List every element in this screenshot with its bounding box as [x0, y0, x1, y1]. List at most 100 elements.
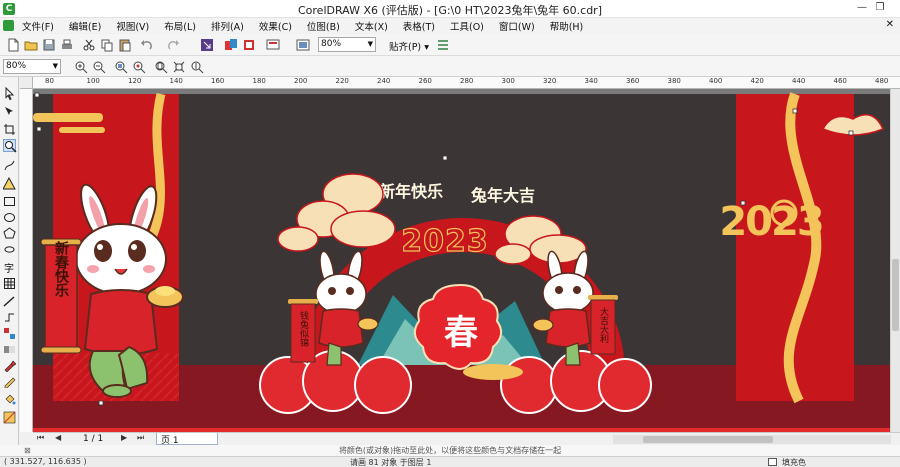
copy-icon[interactable] [100, 38, 114, 52]
left-scroll-text: 新春快乐 [53, 240, 70, 298]
ellipse-tool-icon[interactable] [3, 211, 16, 224]
ruler-tick-label: 440 [792, 77, 806, 85]
chevron-down-icon: ▾ [424, 42, 429, 53]
menu-item-5[interactable]: 效果(C) [259, 19, 292, 33]
paste-icon[interactable] [118, 38, 132, 52]
polygon-tool-icon[interactable] [3, 227, 16, 240]
shape-tool-icon[interactable] [3, 105, 16, 118]
zoom-to-page-width-icon[interactable] [172, 60, 186, 74]
menu-item-0[interactable]: 文件(F) [22, 19, 54, 33]
ruler-tick-label: 480 [875, 77, 889, 85]
new-document-icon[interactable] [6, 38, 20, 52]
welcome-screen-icon[interactable] [296, 38, 310, 52]
ruler-tick-label: 340 [584, 77, 598, 85]
horizontal-scrollbar-thumb[interactable] [643, 436, 773, 443]
cut-icon[interactable] [82, 38, 96, 52]
ruler-tick-label: 380 [667, 77, 681, 85]
blend-tool-icon[interactable] [3, 327, 16, 340]
zoom-to-selected-icon[interactable] [114, 60, 128, 74]
open-folder-icon[interactable] [24, 38, 38, 52]
ruler-tick-label: 360 [626, 77, 640, 85]
zoom-in-icon[interactable] [74, 60, 88, 74]
ruler-origin[interactable] [20, 77, 33, 89]
menu-item-9[interactable]: 工具(O) [450, 19, 484, 33]
horizontal-scrollbar[interactable] [613, 435, 891, 444]
last-page-button[interactable]: ⏭ [137, 433, 144, 443]
horizontal-ruler[interactable]: 80 100 120 140 160 180 200 220 240 260 280 300 320 34… [33, 77, 900, 89]
transparency-tool-icon[interactable] [3, 343, 16, 356]
text-tool-icon[interactable]: 字 [4, 260, 14, 275]
property-zoom-select[interactable]: 80% ▼ [3, 59, 61, 74]
zoom-level-select[interactable]: 80% ▼ [318, 37, 376, 52]
pick-tool-icon[interactable] [3, 87, 16, 100]
table-tool-icon[interactable] [3, 277, 16, 290]
zoom-out-icon[interactable] [92, 60, 106, 74]
arch-right-text: 兔年大吉 [470, 186, 535, 205]
selection-info: 请画 81 对象 于图层 1 [350, 458, 432, 467]
close-document-button[interactable]: ✕ [886, 19, 894, 30]
document-palette[interactable]: ⊠ 将颜色(或对象)拖动至此处，以便将这些颜色与文档存储在一起 [0, 445, 900, 456]
ruler-tick-label: 460 [833, 77, 847, 85]
next-page-button[interactable]: ▶ [121, 433, 127, 442]
zoom-to-page-height-icon[interactable] [190, 60, 204, 74]
ruler-tick-label: 420 [750, 77, 764, 85]
page-tab-1[interactable]: 页 1 [156, 433, 218, 446]
center-spring-char: 春 [444, 313, 478, 353]
standard-toolbar: 80% ▼ 贴齐(P) ▾ [0, 34, 900, 56]
menu-item-11[interactable]: 帮助(H) [550, 19, 584, 33]
options-icon[interactable] [436, 38, 450, 52]
vertical-ruler[interactable] [20, 89, 33, 432]
menu-item-8[interactable]: 表格(T) [403, 19, 435, 33]
connector-tool-icon[interactable] [3, 311, 16, 324]
rectangle-tool-icon[interactable] [3, 195, 16, 208]
window-title: CorelDRAW X6 (评估版) - [G:\0 HT\2023兔年\兔年 … [297, 4, 602, 17]
vertical-scrollbar-thumb[interactable] [892, 259, 899, 331]
chevron-down-icon: ▼ [367, 40, 373, 48]
document-icon[interactable] [3, 20, 14, 31]
ruler-tick-label: 140 [169, 77, 183, 85]
menu-item-4[interactable]: 排列(A) [211, 19, 244, 33]
restore-button[interactable]: ❐ [870, 0, 890, 16]
minimize-button[interactable]: — [852, 0, 872, 16]
zoom-tool-icon[interactable] [3, 139, 17, 153]
menu-item-10[interactable]: 窗口(W) [499, 19, 535, 33]
freehand-tool-icon[interactable] [3, 159, 16, 172]
undo-icon[interactable] [140, 38, 154, 52]
parallel-dimension-tool-icon[interactable] [3, 295, 16, 308]
menu-item-3[interactable]: 布局(L) [164, 19, 196, 33]
eyedropper-tool-icon[interactable] [3, 359, 16, 372]
smart-fill-tool-icon[interactable] [3, 177, 16, 190]
print-icon[interactable] [60, 38, 74, 52]
snap-to-dropdown[interactable]: 贴齐(P) ▾ [389, 39, 429, 53]
save-icon[interactable] [42, 38, 56, 52]
ruler-tick-label: 200 [294, 77, 308, 85]
fill-tool-icon[interactable] [3, 393, 16, 406]
crop-tool-icon[interactable] [3, 123, 16, 136]
ruler-tick-label: 220 [335, 77, 349, 85]
import-icon[interactable] [200, 38, 214, 52]
basic-shapes-tool-icon[interactable] [3, 243, 16, 256]
zoom-to-page-icon[interactable] [154, 60, 168, 74]
interactive-fill-tool-icon[interactable] [3, 411, 16, 424]
left-cloud-stripe [33, 113, 103, 122]
outline-pen-tool-icon[interactable] [3, 375, 16, 388]
toolbox: 字 [0, 77, 19, 447]
vertical-scrollbar[interactable] [890, 89, 900, 432]
fill-color-swatch[interactable] [768, 458, 777, 466]
menu-item-7[interactable]: 文本(X) [355, 19, 388, 33]
menu-bar: 文件(F) 编辑(E) 视图(V) 布局(L) 排列(A) 效果(C) 位图(B) 文本(X)… [0, 18, 900, 33]
first-page-button[interactable]: ⏮ [37, 433, 44, 443]
application-launcher-icon[interactable] [266, 38, 280, 52]
ruler-tick-label: 180 [252, 77, 266, 85]
drawing-canvas[interactable]: 新春快乐 2023 新年快乐 兔年大吉 2023 春 钱兔似锦 大吉大利 [33, 89, 890, 432]
menu-item-2[interactable]: 视图(V) [116, 19, 149, 33]
previous-page-button[interactable]: ◀ [55, 433, 61, 442]
publish-pdf-icon[interactable] [242, 38, 256, 52]
property-bar: 80% ▼ [0, 56, 900, 77]
redo-icon[interactable] [166, 38, 180, 52]
ruler-tick-label: 300 [501, 77, 515, 85]
menu-item-1[interactable]: 编辑(E) [69, 19, 101, 33]
export-icon[interactable] [224, 38, 238, 52]
zoom-to-all-objects-icon[interactable] [132, 60, 146, 74]
menu-item-6[interactable]: 位图(B) [307, 19, 340, 33]
